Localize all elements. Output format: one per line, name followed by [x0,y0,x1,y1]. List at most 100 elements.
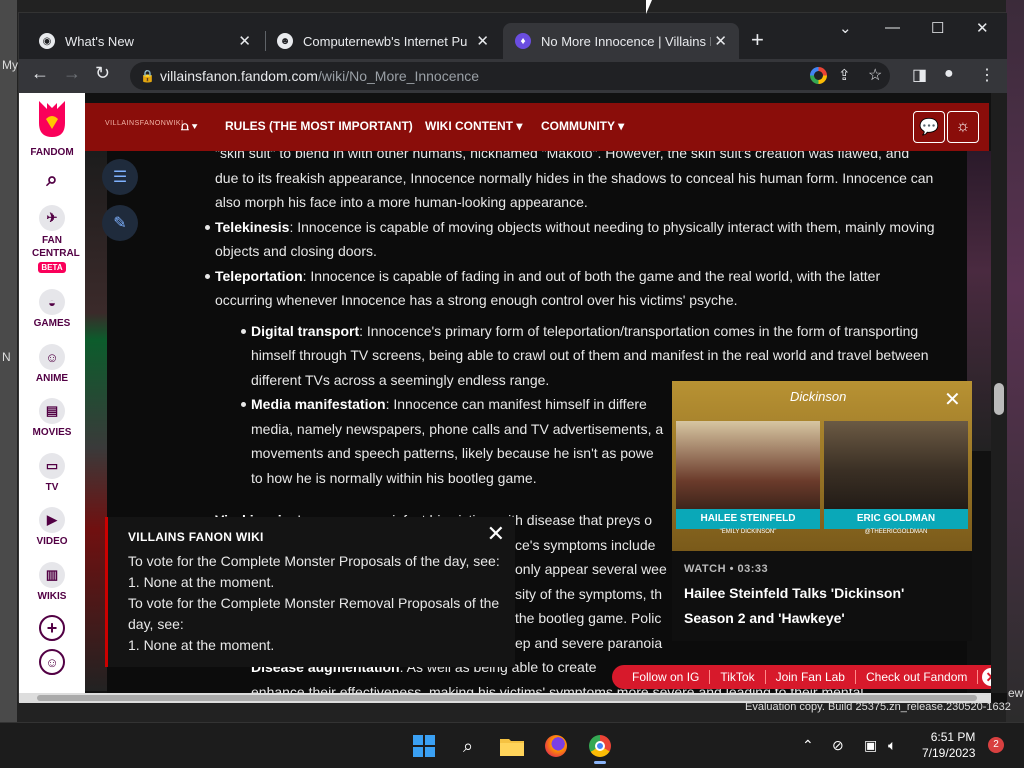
volume-icon[interactable]: 🔈︎ [888,737,896,754]
notice-line: To vote for the Complete Monster Proposa… [128,553,500,569]
reload-button[interactable]: ↻ [95,63,110,84]
menu-kebab-icon[interactable]: ⋮ [979,65,995,85]
rail-item-tv[interactable]: ▭ TV [19,453,85,493]
nav-community[interactable]: COMMUNITY ▾ [541,119,624,133]
nav-community-label: COMMUNITY [541,119,615,133]
clock-date: 7/19/2023 [922,746,976,760]
start-button[interactable] [409,731,439,761]
video-show-title: Dickinson [790,389,847,404]
desktop-icon-label[interactable]: N [2,350,11,364]
close-icon[interactable]: ✕ [238,32,251,50]
text-media-line: to how he is normally within his bootleg… [251,469,537,486]
social-links-bar: Follow on IG TikTok Join Fan Lab Check o… [612,665,1007,689]
address-bar[interactable]: 🔒 villainsfanon.fandom.com/wiki/No_More_… [130,62,890,90]
network-off-icon[interactable]: ⊘ [832,737,844,754]
tab-no-more-innocence[interactable]: ♦ No More Innocence | Villains Fan ✕ [503,23,739,59]
explore-menu-icon[interactable]: ⩍ ▾ [181,119,197,134]
table-of-contents-icon[interactable]: ☰ [102,159,138,195]
rail-item-label: FAN CENTRAL [32,235,80,259]
text-telekinesis: : Innocence is capable of moving objects… [215,218,935,260]
book-icon: ▥ [39,562,65,588]
anime-icon: ☺ [39,344,65,370]
folder-icon [500,739,524,756]
side-panel-icon[interactable]: ◨ [912,65,927,85]
rail-item-video[interactable]: ▶ VIDEO [19,507,85,547]
windows-taskbar: ⌕ ⌃ ⊘ ▣ 🔈︎ 6:51 PM 7/19/2023 2 [0,722,1024,768]
close-icon[interactable]: ✕ [487,523,505,545]
back-button[interactable]: ← [31,63,49,84]
close-icon[interactable]: ✕ [944,387,961,412]
google-lens-icon[interactable] [810,67,827,84]
user-account-button[interactable]: ☺ [19,649,85,678]
search-icon[interactable]: ⌕ [453,731,483,761]
notice-title: VILLAINS FANON WIKI [128,530,264,544]
windows-logo-icon [413,735,435,757]
theme-toggle-icon[interactable]: ☼ [947,111,979,143]
vertical-scroll-thumb[interactable] [994,383,1004,415]
nav-wiki-content[interactable]: WIKI CONTENT ▾ [425,119,522,133]
user-icon: ☺ [39,649,65,675]
nav-rules[interactable]: RULES (THE MOST IMPORTANT) [225,119,413,133]
wiki-wordmark[interactable]: VILLAINSFANONWIKI [105,120,184,127]
tab-internet-pub[interactable]: ☻ Computernewb's Internet Pub H ✕ [265,23,501,59]
file-explorer-icon[interactable] [497,731,527,761]
firefox-icon[interactable] [541,731,571,761]
video-headline[interactable]: Hailee Steinfeld Talks 'Dickinson' Seaso… [684,581,954,631]
forward-button[interactable]: → [63,63,81,84]
close-icon[interactable]: ✕ [714,32,727,50]
clock-time: 6:51 PM [930,730,976,744]
new-tab-button[interactable]: + [751,27,764,53]
evaluation-watermark: Evaluation copy. Build 25375.zn_release.… [745,701,1011,713]
join-fan-lab-link[interactable]: Join Fan Lab [766,670,856,684]
tab-title: Computernewb's Internet Pub H [303,33,467,49]
edit-pencil-icon[interactable]: ✎ [102,205,138,241]
notice-line: day, see: [128,616,184,632]
rail-item-games[interactable]: ◒ GAMES [19,289,85,329]
rail-item-label: WIKIS [37,591,67,602]
fandom-logo-icon[interactable] [35,99,69,139]
system-clock[interactable]: 6:51 PM 7/19/2023 [922,729,975,761]
beta-badge: BETA [38,262,66,273]
rail-item-wikis[interactable]: ▥ WIKIS [19,562,85,602]
video-name-tag-right: ERIC GOLDMAN [824,509,968,529]
close-icon[interactable]: ✕ [476,32,489,50]
rail-item-anime[interactable]: ☺ ANIME [19,344,85,384]
tab-whats-new[interactable]: ◉ What's New ✕ [27,23,263,59]
profile-icon[interactable]: ● [944,65,954,83]
display-icon[interactable]: ▣ [864,737,877,754]
follow-ig-link[interactable]: Follow on IG [622,670,711,684]
close-window-button[interactable]: ✕ [976,19,989,37]
featured-video-player[interactable]: Dickinson HAILEE STEINFELD ERIC GOLDMAN … [672,381,972,641]
tab-strip: ◉ What's New ✕ ☻ Computernewb's Internet… [19,13,1007,59]
discussions-icon[interactable]: 💬 [913,111,945,143]
lock-icon[interactable]: 🔒 [140,62,155,90]
rail-item-movies[interactable]: ▤ MOVIES [19,398,85,438]
video-watch-label: WATCH • 03:33 [684,563,769,575]
check-out-fandom-link[interactable]: Check out Fandom [856,670,979,684]
tv-icon: ▭ [39,453,65,479]
chrome-taskbar-icon[interactable] [585,731,615,764]
add-wiki-button[interactable]: + [19,615,85,644]
plus-icon: + [39,615,65,641]
rail-item-fan-central[interactable]: ✈ FAN CENTRAL BETA [19,205,85,273]
desktop-right-strip: ew [1006,0,1024,722]
vertical-scrollbar[interactable] [991,93,1007,693]
chevron-up-icon[interactable]: ⌃ [802,737,814,754]
desktop-icon-label[interactable]: My [2,58,18,72]
tab-search-icon[interactable]: ⌄ [839,19,852,37]
maximize-button[interactable]: ☐ [931,19,944,37]
notice-line: 1. None at the moment. [128,574,275,590]
fandom-logo-label[interactable]: FANDOM [19,147,85,158]
tiktok-link[interactable]: TikTok [710,670,766,684]
term-telekinesis[interactable]: Telekinesis [215,219,289,235]
search-icon[interactable]: ⌕ [19,169,85,192]
bookmark-star-icon[interactable]: ☆ [868,62,882,90]
term-teleportation[interactable]: Teleportation [215,268,303,284]
notification-badge[interactable]: 2 [988,737,1004,753]
desktop-icon-label[interactable]: ew [1008,686,1023,700]
share-icon[interactable]: ⇪ [838,62,851,90]
minimize-button[interactable]: — [885,19,900,36]
video-frame[interactable]: Dickinson HAILEE STEINFELD ERIC GOLDMAN … [672,381,972,551]
fandom-global-nav: FANDOM ⌕ ✈ FAN CENTRAL BETA ◒ GAMES ☺ AN… [19,93,85,693]
rocket-icon: ✈ [39,205,65,231]
